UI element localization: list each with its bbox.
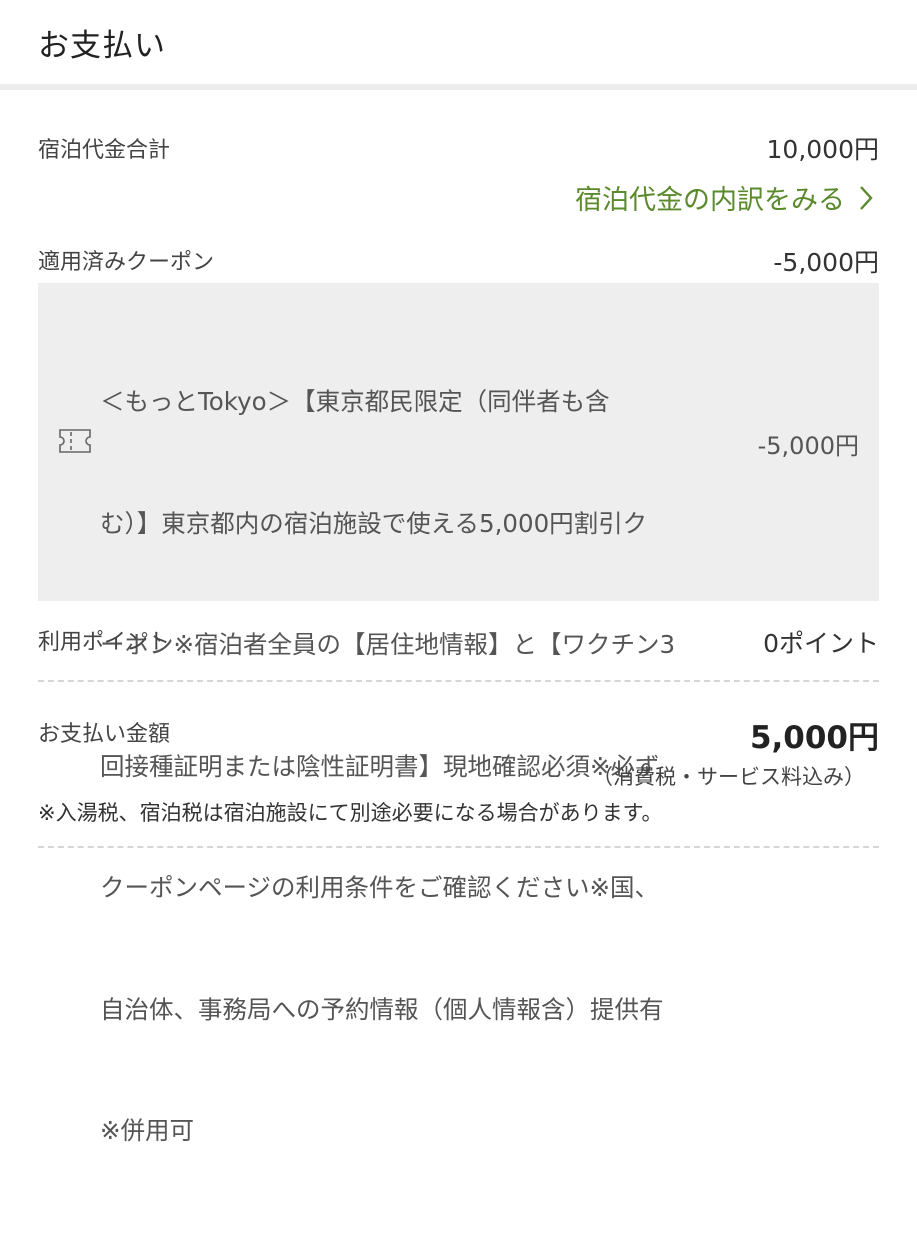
coupon-ticket-icon [59, 429, 91, 453]
coupon-description-line: クーポンページの利用条件をご確認ください※国、 [100, 873, 660, 902]
points-label: 利用ポイント [38, 630, 171, 655]
lodging-breakdown-label: 宿泊代金の内訳をみる [575, 185, 845, 216]
extra-tax-footnote: ※入湯税、宿泊税は宿泊施設にて別途必要になる場合があります。 [38, 801, 663, 825]
coupon-detail-amount: -5,000円 [757, 432, 859, 460]
chevron-right-icon [860, 185, 873, 210]
coupon-description-line: ※併用可 [100, 1116, 195, 1145]
payment-amount-value: 5,000円 [749, 720, 879, 756]
lodging-breakdown-link[interactable]: 宿泊代金の内訳をみる [575, 178, 873, 217]
coupon-description-line: ＜もっとTokyo＞【東京都民限定（同伴者も含 [100, 387, 610, 416]
coupon-description-line: 自治体、事務局への予約情報（個人情報含）提供有 [100, 994, 664, 1024]
coupon-detail-box: ＜もっとTokyo＞【東京都民限定（同伴者も含 む）】東京都内の宿泊施設で使える… [38, 283, 879, 1145]
tax-included-note: （消費税・サービス料込み） [592, 765, 865, 789]
lodging-total-label: 宿泊代金合計 [38, 138, 171, 163]
header-divider [0, 84, 917, 90]
page-title: お支払い [38, 28, 166, 64]
applied-coupon-label: 適用済みクーポン [38, 250, 215, 275]
coupon-description-line: ーポン※宿泊者全員の【居住地情報】と【ワクチン3 [100, 630, 676, 659]
payment-amount-label: お支払い金額 [38, 722, 171, 747]
bottom-divider [38, 846, 879, 848]
coupon-description-line: む）】東京都内の宿泊施設で使える5,000円割引ク [100, 508, 648, 538]
points-value: 0ポイント [763, 629, 879, 658]
lodging-total-value: 10,000円 [766, 135, 879, 164]
page-header: お支払い [0, 0, 917, 84]
section-divider [38, 680, 879, 682]
applied-coupon-value: -5,000円 [773, 248, 879, 277]
